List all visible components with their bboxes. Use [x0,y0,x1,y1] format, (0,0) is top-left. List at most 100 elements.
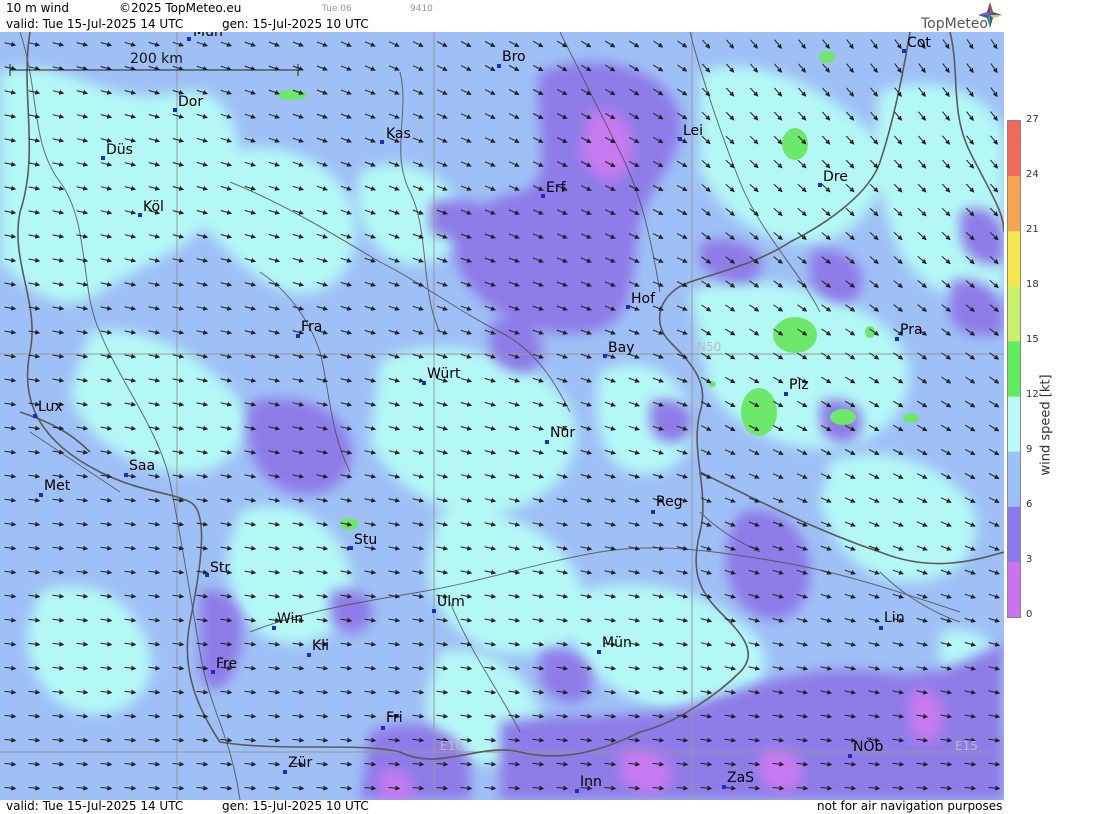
city-dot-freiburg[interactable] [211,670,215,674]
city-dot-dortmund[interactable] [173,108,177,112]
city-dot-metz[interactable] [39,493,43,497]
city-label-nurnberg[interactable]: Nür [550,425,575,441]
legend-tick-12: 12 [1026,389,1039,400]
city-dot-ulm[interactable] [432,609,436,613]
city-label-regensburg[interactable]: Reg [656,494,683,510]
city-label-koln[interactable]: Köl [143,199,164,215]
city-dot-munster[interactable] [187,37,191,41]
city-dot-dresden[interactable] [818,183,822,187]
city-label-saarbrucken[interactable]: Saa [129,458,155,474]
city-dot-zurich[interactable] [283,770,287,774]
city-dot-nurnberg[interactable] [545,440,549,444]
city-label-freiburg[interactable]: Fre [216,656,237,672]
city-dot-erfurt[interactable] [541,194,545,198]
city-dot-zas[interactable] [722,785,726,789]
city-dot-innsbruck[interactable] [575,789,579,793]
city-dot-hof[interactable] [626,305,630,309]
city-label-dresden[interactable]: Dre [823,169,848,185]
city-label-noeb[interactable]: NÖb [853,739,883,755]
color-bar-segment [1008,121,1020,177]
city-dot-koln[interactable] [138,213,142,217]
city-label-leipzig[interactable]: Lei [683,123,703,139]
city-dot-kassel[interactable] [380,140,384,144]
city-label-zurich[interactable]: Zür [288,755,312,771]
color-bar-segment [1008,286,1020,342]
city-dot-noeb[interactable] [848,754,852,758]
city-dot-saarbrucken[interactable] [124,473,128,477]
city-dot-strasbourg[interactable] [205,573,209,577]
legend-tick-3: 3 [1026,554,1033,565]
city-label-kassel[interactable]: Kas [386,126,411,142]
city-label-munster[interactable]: Mün [193,32,223,40]
header-bar: 10 m wind ©2025 TopMeteo.eu Tue 06 9410 … [0,0,1004,32]
city-dot-cottbus[interactable] [902,49,906,53]
city-label-dusseldorf[interactable]: Düs [106,142,133,158]
grid-label-n50: N50 [697,340,722,354]
city-label-brocken[interactable]: Bro [502,49,526,65]
city-label-luxembourg[interactable]: Lux [38,399,63,415]
city-dot-luxembourg[interactable] [33,414,37,418]
city-dot-dusseldorf[interactable] [101,156,105,160]
legend-tick-0: 0 [1026,609,1033,620]
city-label-bayreuth[interactable]: Bay [608,340,634,356]
city-label-linz[interactable]: Lin [884,610,905,626]
footer-valid-time: valid: Tue 15-Jul-2025 14 UTC [6,799,184,813]
city-label-wurzburg[interactable]: Würt [427,366,460,382]
city-label-munchen[interactable]: Mün [602,635,632,651]
grid-label-e10: E10 [440,739,463,753]
run-label: Tue 06 [322,4,352,14]
footer-disclaimer: not for air navigation purposes [817,799,1003,813]
color-bar-segment [1008,341,1020,398]
legend-tick-9: 9 [1026,444,1033,455]
footer-gen-time: gen: 15-Jul-2025 10 UTC [222,799,369,813]
wind-map[interactable]: 200 km N50 E10 E15 Mün Bro Cot Dor Kas L… [0,32,1004,800]
legend-tick-21: 21 [1026,224,1039,235]
city-dot-stuttgart[interactable] [349,546,353,550]
valid-time: valid: Tue 15-Jul-2025 14 UTC [6,17,184,31]
color-bar-segment [1008,451,1020,508]
color-bar-segment [1008,231,1020,287]
legend-tick-6: 6 [1026,499,1033,510]
city-dot-frankfurt[interactable] [296,334,300,338]
city-dot-regensburg[interactable] [651,510,655,514]
city-label-plzen[interactable]: Plz [789,377,809,393]
topmeteo-logo: TopMeteo [910,2,1002,32]
legend-tick-18: 18 [1026,279,1039,290]
legend-unit-label: wind speed [kt] [1038,374,1054,476]
city-label-metz[interactable]: Met [44,478,70,494]
gen-time: gen: 15-Jul-2025 10 UTC [222,17,369,31]
city-dot-bayreuth[interactable] [603,354,607,358]
city-label-cottbus[interactable]: Cot [907,35,931,51]
city-dot-plzen[interactable] [784,392,788,396]
wind-field-svg [0,32,1004,800]
city-dot-praha[interactable] [895,337,899,341]
city-label-zas[interactable]: ZaS [727,770,754,786]
city-dot-friedrichshafen[interactable] [381,726,385,730]
scale-label: 200 km [130,51,183,67]
legend-tick-15: 15 [1026,334,1039,345]
city-label-dortmund[interactable]: Dor [178,94,203,110]
color-bar-segment [1008,561,1020,618]
copyright: ©2025 TopMeteo.eu [119,1,242,15]
city-label-win[interactable]: Win [277,611,303,627]
city-label-innsbruck[interactable]: Inn [580,774,602,790]
city-label-strasbourg[interactable]: Str [210,560,230,576]
city-label-ulm[interactable]: Ulm [437,594,465,610]
city-label-erfurt[interactable]: Erf [546,180,566,196]
city-dot-leipzig[interactable] [678,137,682,141]
city-dot-brocken[interactable] [497,64,501,68]
city-dot-linz[interactable] [879,626,883,630]
city-label-friedrichshafen[interactable]: Fri [386,710,403,726]
city-label-hof[interactable]: Hof [631,291,655,307]
city-dot-kli[interactable] [307,653,311,657]
city-label-frankfurt[interactable]: Fra [301,319,322,335]
city-dot-win[interactable] [272,626,276,630]
city-label-stuttgart[interactable]: Stu [354,532,377,548]
city-dot-wurzburg[interactable] [422,381,426,385]
city-label-kli[interactable]: Kli [312,638,329,654]
city-label-praha[interactable]: Pra [900,322,923,338]
color-bar [1007,120,1021,618]
grid-label-e15: E15 [955,739,978,753]
city-dot-munchen[interactable] [597,650,601,654]
code-label: 9410 [410,4,433,14]
